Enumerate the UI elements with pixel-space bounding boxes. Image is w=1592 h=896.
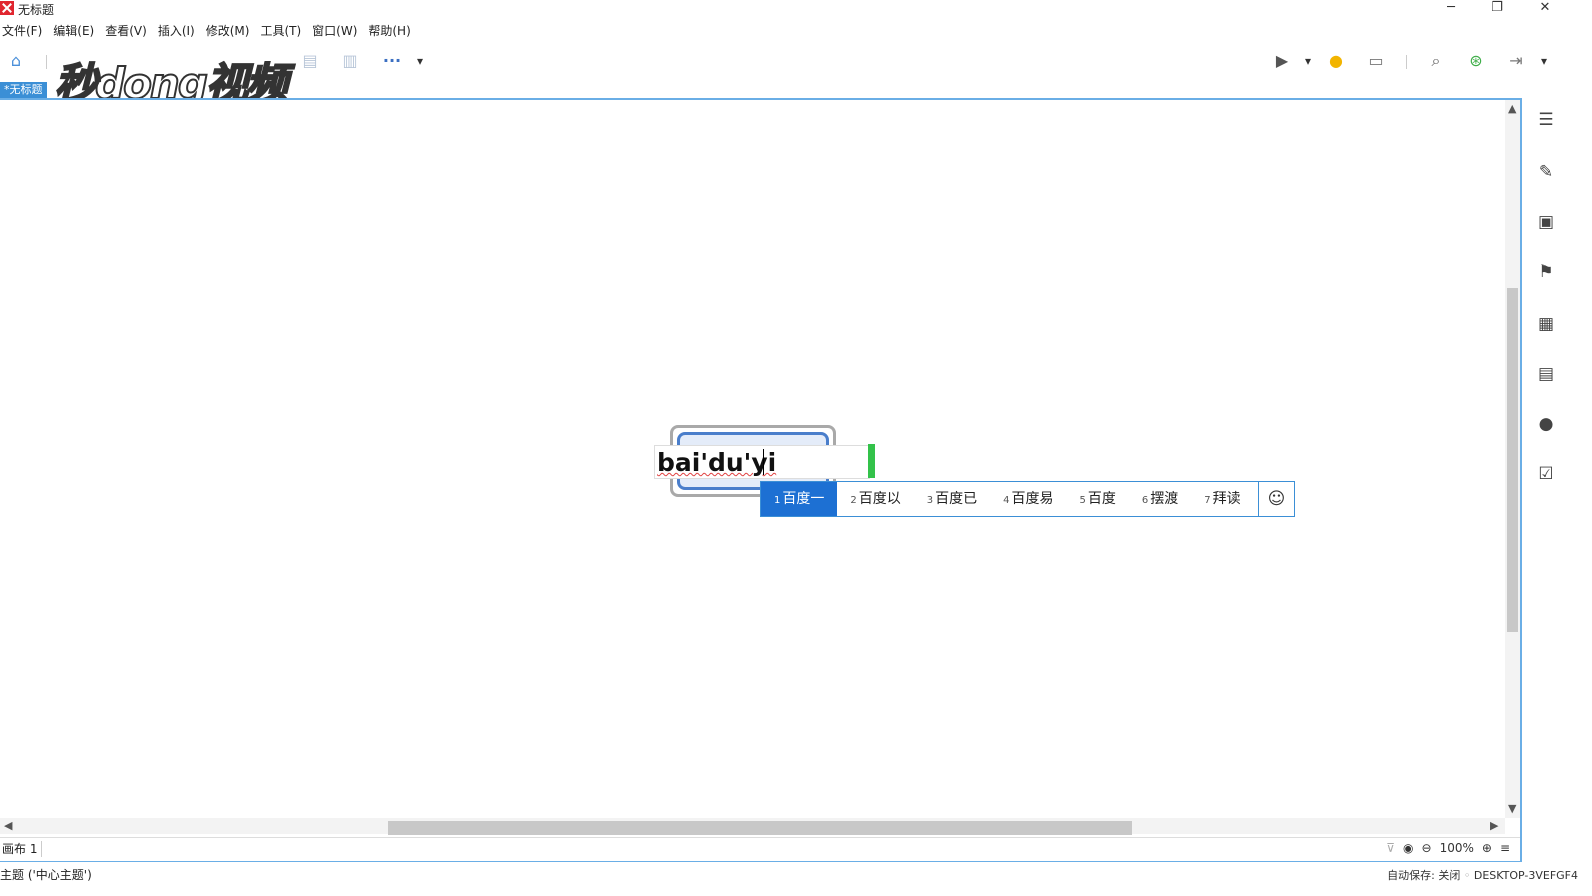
horizontal-scroll-thumb[interactable] [388,821,1132,835]
menu-help[interactable]: 帮助(H) [366,22,416,40]
marker-flag-icon[interactable]: ⚑ [1536,262,1556,282]
window-title: 无标题 [18,3,55,17]
zoom-level[interactable]: 100% [1440,841,1474,855]
zoom-in-button[interactable]: ⊕ [1482,841,1492,855]
fit-icon[interactable]: ≡ [1500,841,1510,855]
menu-bar: 文件(F) 编辑(E) 查看(V) 插入(I) 修改(M) 工具(T) 窗口(W… [0,22,420,40]
outline-icon[interactable]: ▤ [300,51,320,71]
ime-candidate[interactable]: 2 百度以 [837,482,913,516]
image-icon[interactable]: ▣ [1536,212,1556,232]
app-logo-icon [0,1,14,15]
format-brush-icon[interactable]: ✎ [1536,162,1556,182]
comment-icon[interactable]: ● [1536,414,1556,434]
home-icon[interactable]: ⌂ [6,51,26,71]
ime-candidate[interactable]: 4 百度易 [990,482,1066,516]
scroll-down-icon[interactable]: ▼ [1508,802,1516,815]
text-caret [763,449,764,475]
ime-candidate-window: 1 百度一 2 百度以 3 百度已 4 百度易 5 百度 6 摆渡 7 拜读 ☺ [760,481,1295,517]
right-side-panel: ☰ ✎ ▣ ⚑ ▦ ▤ ● ☑ [1524,100,1568,520]
topic-text-editor[interactable]: bai'du'yi [654,445,870,479]
autosave-status[interactable]: 自动保存: 关闭 [1387,869,1460,882]
eye-icon[interactable]: ◉ [1403,841,1413,855]
outliner-icon[interactable]: ☰ [1536,110,1556,130]
topic-edit-text: bai'du'yi [657,448,777,477]
ime-candidate[interactable]: 1 百度一 [761,482,838,516]
filter-icon[interactable]: ⊽ [1386,841,1395,855]
export-icon[interactable]: ⇥ [1506,51,1526,71]
presentation-dropdown-icon[interactable]: ▾ [1298,51,1318,71]
menu-modify[interactable]: 修改(M) [204,22,256,40]
scroll-up-icon[interactable]: ▲ [1508,102,1516,115]
document-tab[interactable]: *无标题 [0,82,47,98]
icon-library-icon[interactable]: ▦ [1536,314,1556,334]
status-bar: 主题 ('中心主题') 自动保存: 关闭 ◦ DESKTOP-3VEFGF4 [0,863,1592,896]
menu-window[interactable]: 窗口(W) [310,22,363,40]
boundary-icon[interactable]: ▥ [340,51,360,71]
more-button[interactable]: ··· [382,51,402,71]
menu-tools[interactable]: 工具(T) [258,22,307,40]
ime-candidate[interactable]: 3 百度已 [914,482,990,516]
more-dropdown-icon[interactable]: ▾ [410,51,430,71]
notes-icon[interactable]: ▤ [1536,364,1556,384]
zoom-out-button[interactable]: ⊖ [1422,841,1432,855]
resize-handle[interactable] [868,444,875,478]
menu-insert[interactable]: 插入(I) [156,22,201,40]
status-selection: 主题 ('中心主题') [0,868,92,882]
title-bar: 无标题 ─ ❐ ✕ [0,0,1592,18]
vertical-scroll-thumb[interactable] [1507,288,1518,632]
vertical-scrollbar[interactable]: ▲ ▼ [1505,100,1520,818]
task-icon[interactable]: ☑ [1536,464,1556,484]
horizontal-scrollbar[interactable]: ◀ ▶ [0,818,1505,835]
menu-file[interactable]: 文件(F) [0,22,48,40]
computer-name: DESKTOP-3VEFGF4 [1473,869,1578,882]
presentation-icon[interactable]: ▶ [1272,51,1292,71]
ime-candidate[interactable]: 6 摆渡 [1129,482,1191,516]
search-icon[interactable]: ⌕ [1426,51,1446,71]
ime-candidate[interactable]: 7 拜读 [1191,482,1253,516]
scroll-left-icon[interactable]: ◀ [4,819,12,832]
menu-view[interactable]: 查看(V) [103,22,153,40]
scroll-right-icon[interactable]: ▶ [1490,819,1498,832]
share-icon[interactable]: ⊛ [1466,51,1486,71]
status-right: 自动保存: 关闭 ◦ DESKTOP-3VEFGF4 [1387,869,1578,882]
sheet-tab[interactable]: 画布 1 [2,841,43,857]
lightbulb-icon[interactable]: ● [1326,51,1346,71]
emoji-icon[interactable]: ☺ [1258,482,1294,516]
restore-button[interactable]: ❐ [1474,0,1520,18]
minimize-button[interactable]: ─ [1428,0,1474,18]
close-button[interactable]: ✕ [1522,0,1568,18]
ime-candidate[interactable]: 5 百度 [1067,482,1129,516]
sheet-bar: 画布 1 ⊽ ◉ ⊖ 100% ⊕ ≡ [0,837,1520,861]
menu-edit[interactable]: 编辑(E) [51,22,100,40]
zoom-controls: ⊽ ◉ ⊖ 100% ⊕ ≡ [1386,841,1510,855]
gantt-icon[interactable]: ▭ [1366,51,1386,71]
export-dropdown-icon[interactable]: ▾ [1534,51,1554,71]
